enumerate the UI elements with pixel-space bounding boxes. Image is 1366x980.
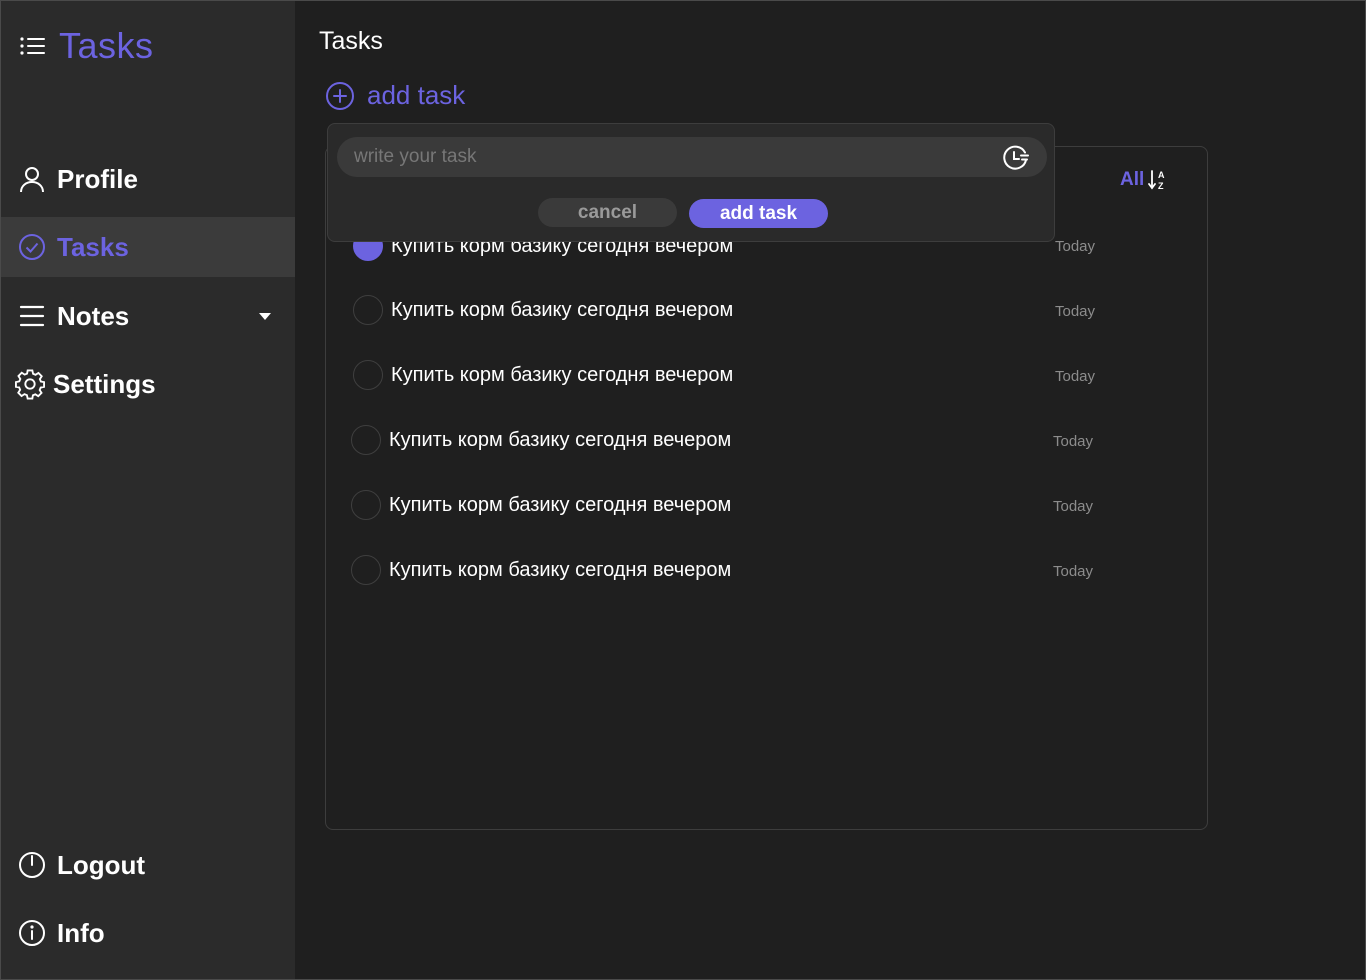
- sidebar-item-label: Info: [57, 917, 105, 948]
- task-text: Купить корм базику сегодня вечером: [391, 363, 734, 386]
- clock-icon[interactable]: [1001, 143, 1031, 173]
- plus-circle-icon: [326, 81, 354, 110]
- task-checkbox[interactable]: [351, 490, 381, 520]
- add-task-link[interactable]: add task: [325, 80, 465, 111]
- sidebar-item-label: Logout: [57, 849, 146, 880]
- brand: Tasks: [19, 25, 154, 67]
- sidebar-item-info[interactable]: Info: [1, 903, 295, 963]
- task-date: Today: [1053, 563, 1094, 580]
- sidebar-item-label: Settings: [53, 368, 156, 399]
- sidebar-item-settings[interactable]: Settings: [1, 354, 295, 414]
- task-date: Today: [1055, 238, 1096, 255]
- task-date: Today: [1055, 303, 1096, 320]
- add-task-popup: cancel add task: [327, 123, 1055, 242]
- svg-text:A: A: [1158, 170, 1165, 180]
- task-row[interactable]: Купить корм базику сегодня вечером: [351, 423, 731, 457]
- task-text: Купить корм базику сегодня вечером: [391, 298, 734, 321]
- task-row[interactable]: Купить корм базику сегодня вечером: [351, 553, 731, 587]
- user-icon: [17, 164, 47, 194]
- check-circle-icon: [17, 232, 47, 262]
- task-date: Today: [1053, 433, 1094, 450]
- sidebar-item-logout[interactable]: Logout: [1, 835, 295, 895]
- task-input[interactable]: [337, 137, 1047, 177]
- list-icon[interactable]: [19, 34, 47, 58]
- app-title: Tasks: [59, 25, 154, 66]
- chevron-down-icon[interactable]: [259, 313, 271, 320]
- cancel-button[interactable]: cancel: [538, 198, 677, 227]
- sidebar-item-notes[interactable]: Notes: [1, 286, 295, 346]
- task-date: Today: [1055, 368, 1096, 385]
- task-row[interactable]: Купить корм базику сегодня вечером: [353, 293, 733, 327]
- add-task-button[interactable]: add task: [689, 199, 828, 228]
- filter-label: All: [1120, 169, 1145, 190]
- menu-icon: [17, 301, 47, 331]
- task-text: Купить корм базику сегодня вечером: [389, 493, 732, 516]
- task-checkbox[interactable]: [351, 555, 381, 585]
- sort-alpha-icon: A Z: [1148, 170, 1165, 191]
- task-row[interactable]: Купить корм базику сегодня вечером: [351, 488, 731, 522]
- sidebar-item-tasks[interactable]: Tasks: [1, 217, 295, 277]
- gear-icon: [15, 369, 45, 400]
- task-checkbox[interactable]: [351, 425, 381, 455]
- sidebar-item-label: Notes: [57, 300, 130, 331]
- svg-text:Z: Z: [1158, 181, 1164, 191]
- sidebar-item-label: Tasks: [57, 231, 129, 262]
- filter-sort-button[interactable]: All A Z: [1120, 168, 1168, 192]
- sidebar-item-label: Profile: [57, 163, 138, 194]
- info-icon: [17, 918, 47, 948]
- task-row[interactable]: Купить корм базику сегодня вечером: [353, 358, 733, 392]
- task-text: Купить корм базику сегодня вечером: [389, 428, 732, 451]
- task-checkbox[interactable]: [353, 360, 383, 390]
- page-title: Tasks: [319, 27, 383, 55]
- add-task-link-label: add task: [367, 80, 466, 110]
- sidebar: Tasks Profile Tasks Notes Settings Logou…: [1, 1, 295, 979]
- task-text: Купить корм базику сегодня вечером: [389, 558, 732, 581]
- sidebar-item-profile[interactable]: Profile: [1, 149, 295, 209]
- task-checkbox[interactable]: [353, 295, 383, 325]
- task-date: Today: [1053, 498, 1094, 515]
- power-icon: [17, 850, 47, 880]
